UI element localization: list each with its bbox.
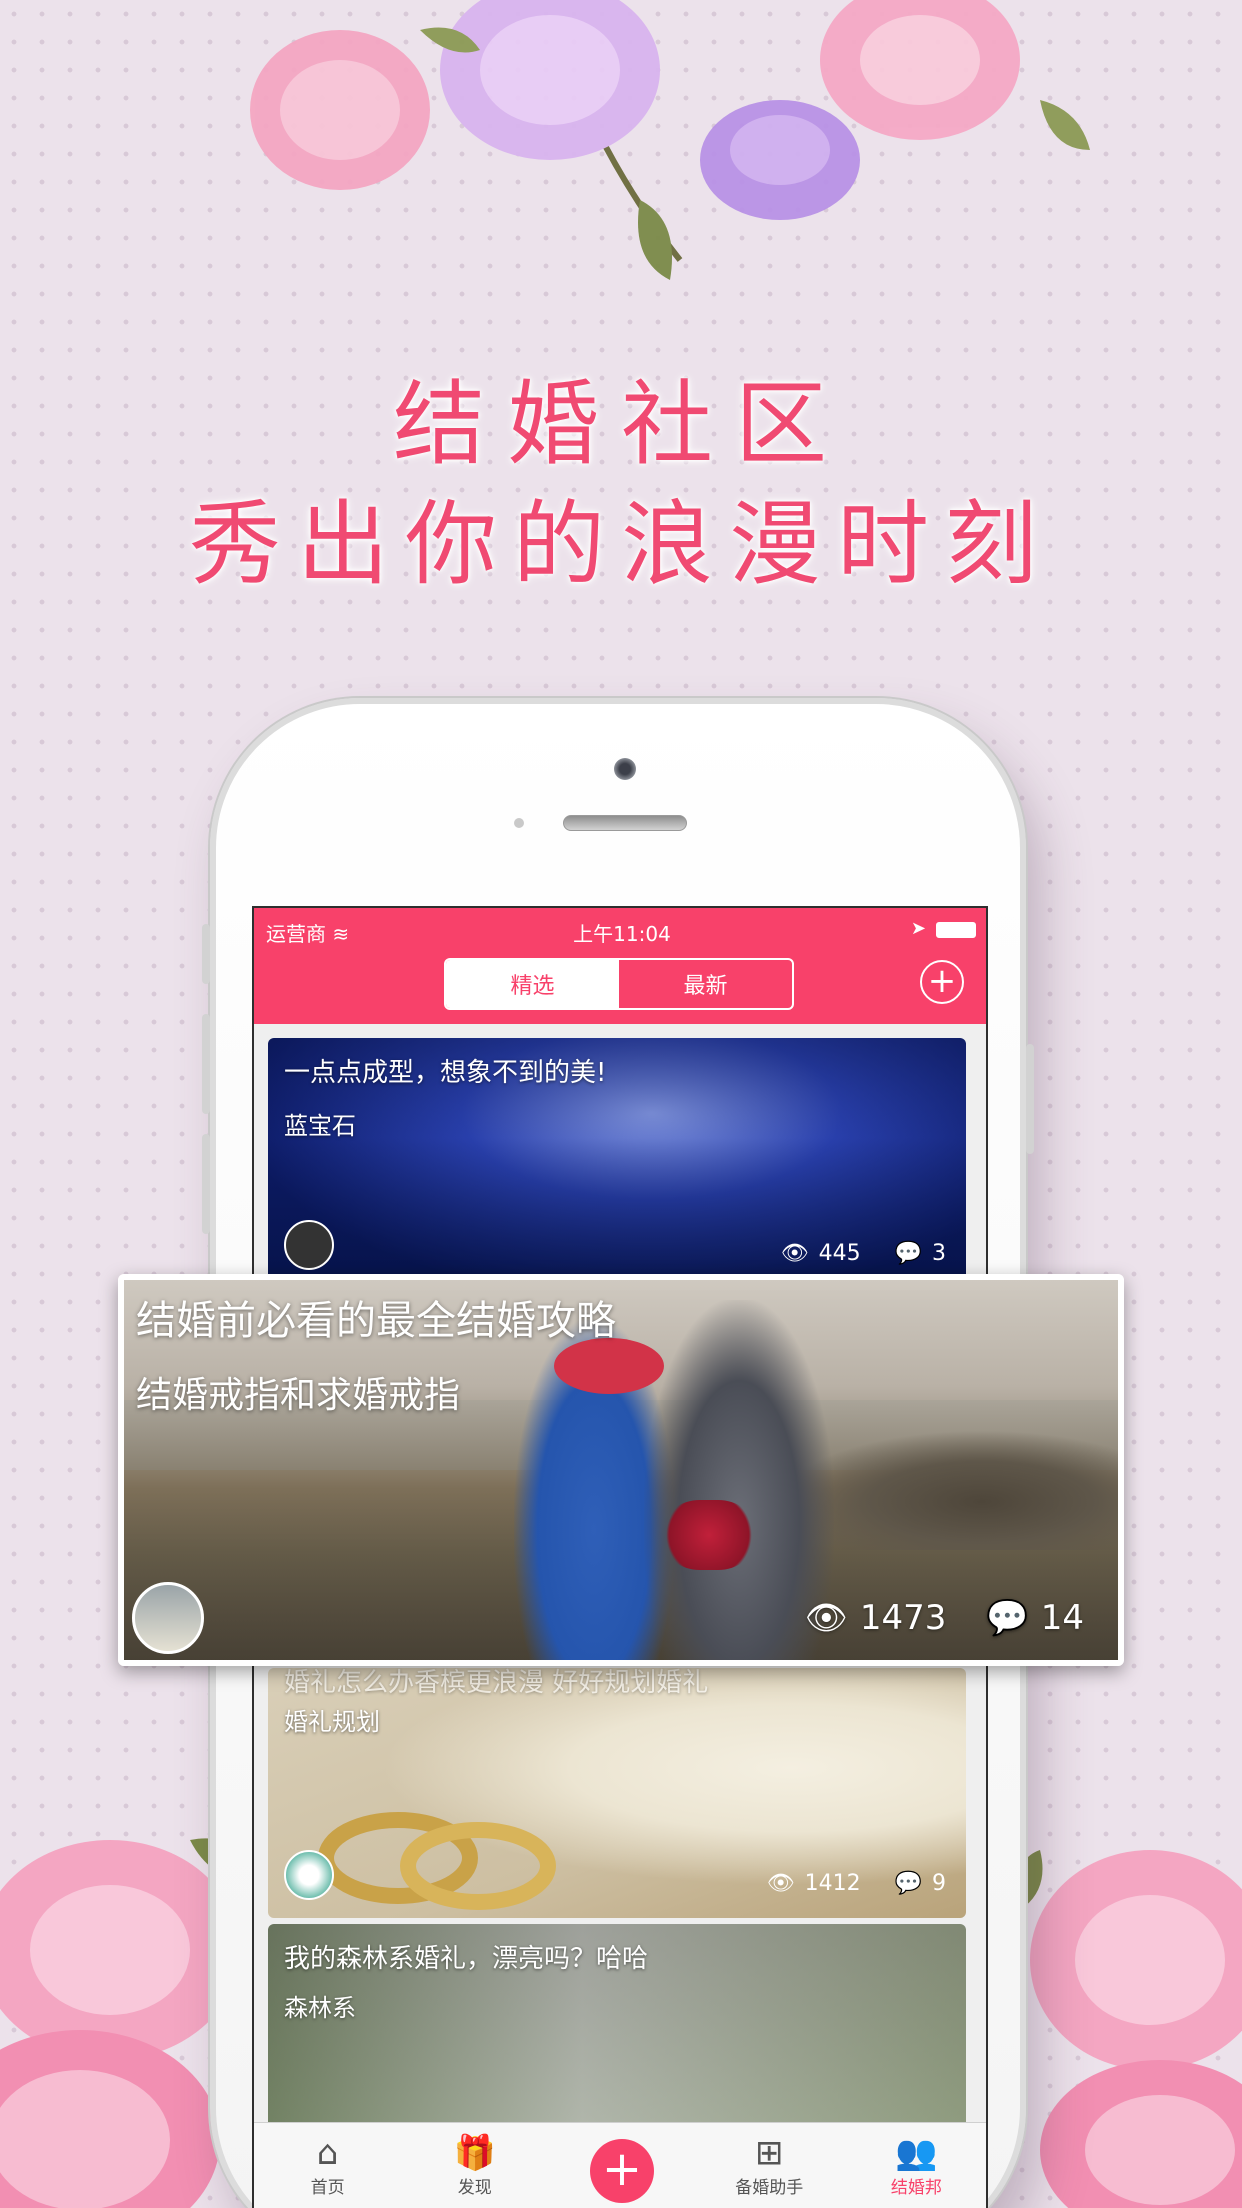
tab-bar: ⌂ 首页 🎁 发现 + ⊞ 备婚助手 👥 结婚邦 xyxy=(254,2122,986,2208)
volume-up-button xyxy=(202,1014,210,1114)
headline-title: 结婚社区 xyxy=(392,371,849,478)
post-tag: 婚礼规划 xyxy=(284,1708,380,1736)
post-title: 结婚前必看的最全结婚攻略 xyxy=(136,1298,616,1344)
tab-discover[interactable]: 🎁 发现 xyxy=(401,2123,548,2208)
plus-icon: + xyxy=(590,2139,654,2203)
post-tag: 森林系 xyxy=(284,1994,356,2022)
post-tag: 蓝宝石 xyxy=(284,1112,356,1140)
tab-publish[interactable]: + xyxy=(548,2123,695,2208)
tab-featured[interactable]: 精选 xyxy=(446,960,619,1008)
feed-segmented-control: 精选 最新 xyxy=(444,958,794,1010)
proximity-sensor xyxy=(514,818,524,828)
mute-switch xyxy=(202,924,210,984)
comment-count: 3 xyxy=(932,1241,946,1266)
comment-count: 14 xyxy=(1040,1598,1084,1638)
tab-community[interactable]: 👥 结婚邦 xyxy=(843,2123,986,2208)
eye-icon: 👁 xyxy=(780,1241,809,1266)
people-icon: 👥 xyxy=(895,2133,938,2173)
avatar[interactable] xyxy=(284,1850,334,1900)
post-card[interactable]: 婚礼怎么办香槟更浪漫 好好规划婚礼 婚礼规划 👁 1412 💬 9 xyxy=(268,1668,966,1918)
home-icon: ⌂ xyxy=(316,2133,339,2173)
location-arrow-icon: ➤ xyxy=(910,918,926,939)
post-tag: 结婚戒指和求婚戒指 xyxy=(136,1375,461,1416)
tab-home[interactable]: ⌂ 首页 xyxy=(254,2123,401,2208)
eye-icon: 👁 xyxy=(766,1871,795,1896)
volume-down-button xyxy=(202,1134,210,1234)
post-title: 一点点成型，想象不到的美! xyxy=(284,1058,607,1088)
comment-icon: 💬 xyxy=(894,1241,922,1266)
avatar[interactable] xyxy=(284,1220,334,1270)
status-time: 上午11:04 xyxy=(573,922,671,946)
comment-icon: 💬 xyxy=(894,1871,922,1896)
flower-decoration-top xyxy=(250,0,1090,280)
rose-bouquet xyxy=(664,1500,754,1570)
new-post-button[interactable]: + xyxy=(920,960,964,1004)
post-stats: 👁 445 💬 3 xyxy=(781,1241,946,1266)
tab-wedding-assistant[interactable]: ⊞ 备婚助手 xyxy=(696,2123,843,2208)
grid-icon: ⊞ xyxy=(754,2133,784,2173)
flower-decoration-bottom-right xyxy=(1017,1850,1242,2208)
gift-icon: 🎁 xyxy=(453,2133,496,2173)
view-count: 1473 xyxy=(859,1598,947,1638)
post-stats: 👁 1412 💬 9 xyxy=(767,1871,946,1896)
avatar[interactable] xyxy=(132,1582,204,1654)
earpiece-speaker xyxy=(563,815,687,831)
tab-label: 结婚邦 xyxy=(890,2178,942,2198)
power-button xyxy=(1026,1044,1034,1154)
view-count: 1412 xyxy=(804,1871,861,1896)
post-stats: 👁 1473 💬 14 xyxy=(805,1598,1084,1638)
navigation-bar: 运营商 ≋ 上午11:04 ➤ 精选 最新 + xyxy=(254,908,986,1024)
eye-icon: 👁 xyxy=(804,1598,848,1638)
comment-icon: 💬 xyxy=(986,1598,1029,1638)
view-count: 445 xyxy=(818,1241,861,1266)
post-card[interactable]: 我的森林系婚礼，漂亮吗？哈哈 森林系 xyxy=(268,1924,966,2154)
tab-label: 备婚助手 xyxy=(735,2178,804,2198)
tab-label: 首页 xyxy=(310,2178,345,2198)
featured-post-card[interactable]: 结婚前必看的最全结婚攻略 结婚戒指和求婚戒指 👁 1473 💬 14 xyxy=(118,1274,1124,1666)
status-bar: 运营商 ≋ 上午11:04 ➤ xyxy=(254,914,986,946)
post-title: 婚礼怎么办香槟更浪漫 好好规划婚礼 xyxy=(284,1668,709,1698)
red-hat xyxy=(554,1338,664,1394)
rings-illustration xyxy=(318,1812,556,1910)
battery-icon xyxy=(936,922,976,938)
post-title: 我的森林系婚礼，漂亮吗？哈哈 xyxy=(284,1944,649,1974)
tab-label: 发现 xyxy=(457,2178,492,2198)
post-card[interactable]: 一点点成型，想象不到的美! 蓝宝石 👁 445 💬 3 xyxy=(268,1038,966,1288)
headline-subtitle: 秀出你的浪漫时刻 xyxy=(188,491,1053,598)
comment-count: 9 xyxy=(932,1871,946,1896)
tab-latest[interactable]: 最新 xyxy=(619,960,792,1008)
front-camera xyxy=(614,758,636,780)
